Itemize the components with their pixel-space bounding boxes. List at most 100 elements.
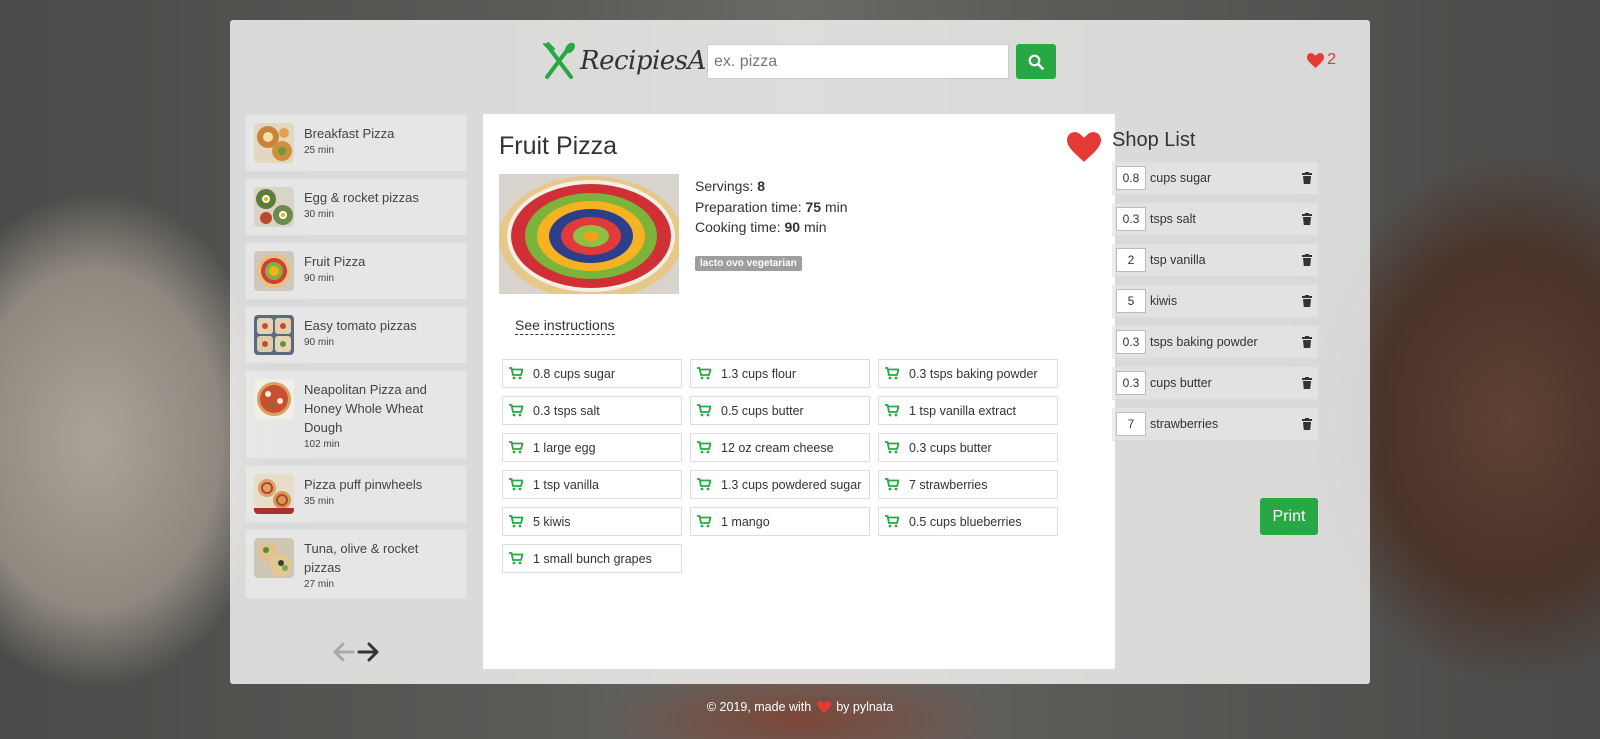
result-item-active[interactable]: Fruit Pizza 90 min <box>245 242 467 300</box>
cart-icon <box>885 404 899 417</box>
breakfast-pizza-image <box>254 123 294 163</box>
ingredients-grid: 0.8 cups sugar 1.3 cups flour 0.3 tsps b… <box>502 359 1072 573</box>
results-list: Breakfast Pizza 25 min Egg & rocket pizz… <box>245 114 467 605</box>
result-thumbnail <box>254 315 294 355</box>
cart-icon <box>509 367 523 380</box>
like-button[interactable] <box>1067 132 1101 167</box>
result-title: Egg & rocket pizzas <box>304 190 419 205</box>
search-input[interactable] <box>707 44 1009 79</box>
ingredient-label: 1 large egg <box>533 440 596 455</box>
ingredient-label: 1 tsp vanilla <box>533 477 600 492</box>
ingredient-item[interactable]: 0.5 cups butter <box>690 396 870 425</box>
quantity-input[interactable] <box>1116 371 1146 395</box>
cart-icon <box>885 367 899 380</box>
prev-page-button[interactable] <box>333 642 355 667</box>
fork-knife-icon <box>543 42 575 79</box>
result-item[interactable]: Egg & rocket pizzas 30 min <box>245 178 467 236</box>
ingredient-item[interactable]: 0.8 cups sugar <box>502 359 682 388</box>
result-title: Pizza puff pinwheels <box>304 477 423 492</box>
result-item[interactable]: Breakfast Pizza 25 min <box>245 114 467 172</box>
quantity-input[interactable] <box>1116 412 1146 436</box>
result-time: 90 min <box>304 337 335 348</box>
tomato-pizza-image <box>254 315 294 355</box>
shop-item: cups butter <box>1112 367 1318 400</box>
shop-item-label: strawberries <box>1150 417 1219 431</box>
quantity-input[interactable] <box>1116 289 1146 313</box>
heart-icon <box>1307 52 1325 68</box>
result-thumbnail <box>254 123 294 163</box>
ingredient-item[interactable]: 1 mango <box>690 507 870 536</box>
result-item[interactable]: Neapolitan Pizza and Honey Whole Wheat D… <box>245 370 467 459</box>
footer: © 2019, made with by pylnata <box>0 700 1600 714</box>
quantity-input[interactable] <box>1116 248 1146 272</box>
ingredient-item[interactable]: 12 oz cream cheese <box>690 433 870 462</box>
neapolitan-pizza-image <box>254 379 294 419</box>
quantity-input[interactable] <box>1116 330 1146 354</box>
servings: Servings: 8 <box>695 176 848 197</box>
ingredient-label: 1 tsp vanilla extract <box>909 403 1016 418</box>
trash-icon[interactable] <box>1302 295 1312 307</box>
cook-time: Cooking time: 90 min <box>695 217 848 238</box>
shop-item: cups sugar <box>1112 162 1318 195</box>
shop-list-title: Shop List <box>1112 129 1196 151</box>
ingredient-item[interactable]: 7 strawberries <box>878 470 1058 499</box>
trash-icon[interactable] <box>1302 377 1312 389</box>
ingredient-item[interactable]: 1.3 cups flour <box>690 359 870 388</box>
cart-icon <box>885 478 899 491</box>
result-title: Easy tomato pizzas <box>304 318 417 333</box>
result-item[interactable]: Easy tomato pizzas 90 min <box>245 306 467 364</box>
ingredient-item[interactable]: 1 small bunch grapes <box>502 544 682 573</box>
trash-icon[interactable] <box>1302 418 1312 430</box>
shop-item-label: tsp vanilla <box>1150 253 1206 267</box>
cart-icon <box>697 441 711 454</box>
pizza-pinwheels-image <box>254 474 294 514</box>
result-title: Tuna, olive & rocket pizzas <box>304 541 419 575</box>
ingredient-label: 0.3 tsps baking powder <box>909 366 1038 381</box>
result-thumbnail <box>254 474 294 514</box>
ingredient-label: 1.3 cups powdered sugar <box>721 477 862 492</box>
cook-time-unit: min <box>803 219 827 235</box>
see-instructions-link[interactable]: See instructions <box>515 317 615 335</box>
trash-icon[interactable] <box>1302 172 1312 184</box>
ingredient-label: 7 strawberries <box>909 477 988 492</box>
recipe-panel: Fruit Pizza Servings: 8 Preparation time… <box>483 114 1115 669</box>
print-button[interactable]: Print <box>1260 498 1318 535</box>
result-item[interactable]: Tuna, olive & rocket pizzas 27 min <box>245 529 467 599</box>
ingredient-item[interactable]: 0.3 tsps salt <box>502 396 682 425</box>
shop-item: tsps baking powder <box>1112 326 1318 359</box>
ingredient-item[interactable]: 1 tsp vanilla extract <box>878 396 1058 425</box>
ingredient-label: 1 small bunch grapes <box>533 551 652 566</box>
result-item[interactable]: Pizza puff pinwheels 35 min <box>245 465 467 523</box>
likes-menu[interactable]: 2 <box>1307 51 1336 69</box>
trash-icon[interactable] <box>1302 336 1312 348</box>
result-title: Fruit Pizza <box>304 254 366 269</box>
ingredient-label: 5 kiwis <box>533 514 571 529</box>
next-page-button[interactable] <box>357 642 379 667</box>
ingredient-label: 0.5 cups butter <box>721 403 804 418</box>
cook-time-value: 90 <box>784 219 801 235</box>
ingredient-item[interactable]: 0.3 tsps baking powder <box>878 359 1058 388</box>
result-time: 27 min <box>304 579 335 590</box>
ingredient-item[interactable]: 1 large egg <box>502 433 682 462</box>
ingredient-label: 0.5 cups blueberries <box>909 514 1022 529</box>
ingredient-item[interactable]: 0.5 cups blueberries <box>878 507 1058 536</box>
header: RecipiesApp 2 <box>230 20 1370 120</box>
quantity-input[interactable] <box>1116 166 1146 190</box>
prep-time-unit: min <box>824 198 848 215</box>
trash-icon[interactable] <box>1302 213 1312 225</box>
ingredient-item[interactable]: 5 kiwis <box>502 507 682 536</box>
search-button[interactable] <box>1016 44 1056 79</box>
shop-list: cups sugar tsps salt tsp vanilla kiwis t <box>1112 162 1318 535</box>
shop-item-label: tsps salt <box>1150 212 1196 226</box>
ingredient-item[interactable]: 1.3 cups powdered sugar <box>690 470 870 499</box>
prep-time: Preparation time: 75 min <box>695 197 848 218</box>
quantity-input[interactable] <box>1116 207 1146 231</box>
tuna-pizza-image <box>254 538 294 578</box>
ingredient-item[interactable]: 1 tsp vanilla <box>502 470 682 499</box>
result-title: Neapolitan Pizza and Honey Whole Wheat D… <box>304 382 427 435</box>
ingredient-item[interactable]: 0.3 cups butter <box>878 433 1058 462</box>
trash-icon[interactable] <box>1302 254 1312 266</box>
result-time: 30 min <box>304 209 335 220</box>
servings-label: Servings: <box>695 178 754 194</box>
cart-icon <box>885 441 899 454</box>
